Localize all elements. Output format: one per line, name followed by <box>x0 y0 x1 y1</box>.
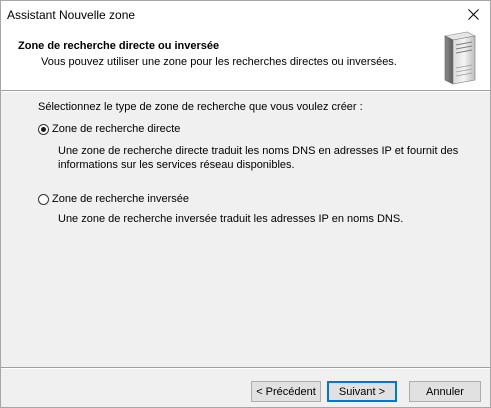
radio-button-checked[interactable] <box>38 123 49 135</box>
radio-button-unchecked[interactable] <box>38 193 49 205</box>
next-button[interactable]: Suivant > <box>327 381 397 402</box>
radio-reverse-zone[interactable]: Zone de recherche inversée <box>38 193 189 205</box>
zone-type-prompt: Sélectionnez le type de zone de recherch… <box>38 101 363 113</box>
title-bar: Assistant Nouvelle zone <box>1 1 490 28</box>
wizard-footer: < Précédent Suivant > Annuler <box>1 369 490 407</box>
description-line: Une zone de recherche inversée traduit l… <box>58 213 404 225</box>
back-button[interactable]: < Précédent <box>251 381 321 402</box>
window-title: Assistant Nouvelle zone <box>7 8 136 22</box>
description-line: informations sur les services réseau dis… <box>58 159 295 171</box>
forward-zone-description: Une zone de recherche directe traduit le… <box>58 144 468 172</box>
server-icon <box>444 31 476 85</box>
wizard-content: Sélectionnez le type de zone de recherch… <box>1 92 490 367</box>
page-subtitle: Vous pouvez utiliser une zone pour les r… <box>41 56 397 68</box>
reverse-zone-description: Une zone de recherche inversée traduit l… <box>58 212 468 226</box>
close-button[interactable] <box>456 1 490 28</box>
wizard-window: Assistant Nouvelle zone Zone de recherch… <box>0 0 491 408</box>
description-line: Une zone de recherche directe traduit le… <box>58 145 459 157</box>
cancel-button[interactable]: Annuler <box>409 381 481 402</box>
radio-forward-zone[interactable]: Zone de recherche directe <box>38 123 180 135</box>
radio-forward-zone-label[interactable]: Zone de recherche directe <box>52 123 180 135</box>
page-title: Zone de recherche directe ou inversée <box>18 40 220 52</box>
close-icon <box>467 9 479 20</box>
radio-reverse-zone-label[interactable]: Zone de recherche inversée <box>52 193 189 205</box>
wizard-header: Zone de recherche directe ou inversée Vo… <box>1 28 490 90</box>
